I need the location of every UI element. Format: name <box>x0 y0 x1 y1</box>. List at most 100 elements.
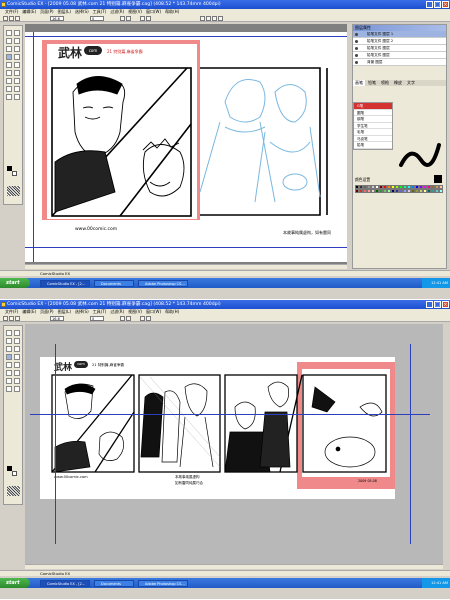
select-tool-icon[interactable] <box>14 330 20 336</box>
zoom-tool-icon[interactable] <box>6 46 12 52</box>
zoom-field[interactable]: 16.6 <box>50 16 64 21</box>
move-tool-icon[interactable] <box>6 330 12 336</box>
wand-tool-icon[interactable] <box>14 338 20 344</box>
ruler-tool-icon[interactable] <box>14 86 20 92</box>
ruler-button[interactable] <box>146 16 151 21</box>
minimize-button[interactable]: _ <box>426 1 433 8</box>
new-file-button[interactable] <box>3 16 8 21</box>
minimize-button[interactable]: _ <box>426 301 433 308</box>
ruler-button[interactable] <box>146 316 151 321</box>
pen-preset-button[interactable] <box>218 16 223 21</box>
visibility-eye-icon[interactable] <box>355 61 358 64</box>
move-tool-icon[interactable] <box>6 30 12 36</box>
taskbar-item[interactable]: Adobe Photoshop CS... <box>138 279 188 287</box>
layer-row[interactable]: 铅笔文件 图层 1 <box>353 31 446 38</box>
eraser-tool-icon[interactable] <box>6 370 12 376</box>
wand-tool-icon[interactable] <box>14 38 20 44</box>
toolbar: 16.6 0 <box>0 315 450 322</box>
line-tool-icon[interactable] <box>6 86 12 92</box>
pen-tool-icon[interactable] <box>6 354 12 360</box>
taskbar-item[interactable]: Adobe Photoshop CS... <box>138 579 188 587</box>
grid-button[interactable] <box>140 16 145 21</box>
open-file-button[interactable] <box>9 316 14 321</box>
guide-line <box>25 36 347 37</box>
pen-preset-button[interactable] <box>200 16 205 21</box>
taskbar-item[interactable]: Documents <box>94 579 134 587</box>
transparent-swatch[interactable] <box>7 486 20 496</box>
fill-tool-icon[interactable] <box>14 370 20 376</box>
rotation-field[interactable]: 0 <box>90 16 104 21</box>
brush-option[interactable]: 铅笔 <box>354 142 392 149</box>
redo-button[interactable] <box>126 16 131 21</box>
line-tool-icon[interactable] <box>6 386 12 392</box>
taskbar-item[interactable]: ComicStudio EX - [2... <box>40 279 90 287</box>
marker-tool-icon[interactable] <box>6 362 12 368</box>
rotation-field[interactable]: 0 <box>90 316 104 321</box>
maximize-button[interactable]: □ <box>434 1 441 8</box>
maximize-button[interactable]: □ <box>434 301 441 308</box>
tab-eraser[interactable]: 橡皮 <box>392 80 404 86</box>
close-button[interactable]: × <box>442 301 449 308</box>
visibility-eye-icon[interactable] <box>355 54 358 57</box>
taskbar-item[interactable]: Documents <box>94 279 134 287</box>
undo-button[interactable] <box>120 16 125 21</box>
lasso-tool-icon[interactable] <box>6 338 12 344</box>
pen-tool-icon[interactable] <box>6 54 12 60</box>
save-button[interactable] <box>15 316 20 321</box>
background-color-swatch[interactable] <box>12 471 17 476</box>
tab-airbrush[interactable]: 喷枪 <box>379 80 391 86</box>
layer-row[interactable]: 铅笔文件 图层 <box>353 52 446 59</box>
fill-tool-icon[interactable] <box>14 70 20 76</box>
layer-row[interactable]: 铅笔文件 图层 2 <box>353 38 446 45</box>
pen-preset-button[interactable] <box>206 16 211 21</box>
manuscript-page[interactable]: 武林 com 21 特别篇.麻雀争霸 www.00comic.com 本故事纯属… <box>40 357 395 499</box>
zoom-tool-icon[interactable] <box>6 346 12 352</box>
taskbar-item[interactable]: ComicStudio EX - [2... <box>40 579 90 587</box>
tone-tool-icon[interactable] <box>6 78 12 84</box>
close-button[interactable]: × <box>442 1 449 8</box>
large-foreground-swatch[interactable] <box>434 175 442 183</box>
new-file-button[interactable] <box>3 316 8 321</box>
tone-tool-icon[interactable] <box>6 378 12 384</box>
hand-tool-icon[interactable] <box>14 346 20 352</box>
tab-pencil[interactable]: 铅笔 <box>366 80 378 86</box>
pencil-tool-icon[interactable] <box>14 54 20 60</box>
zoom-field[interactable]: 16.6 <box>50 316 64 321</box>
horizontal-scrollbar[interactable] <box>25 564 443 569</box>
start-button[interactable]: start <box>0 278 30 288</box>
redo-button[interactable] <box>126 316 131 321</box>
ruler-tool-icon[interactable] <box>14 386 20 392</box>
manuscript-page[interactable]: 武林 com 21 特别篇.麻雀争霸 www.00comic.com 本故事纯属… <box>25 32 347 262</box>
visibility-eye-icon[interactable] <box>355 40 358 43</box>
select-tool-icon[interactable] <box>14 30 20 36</box>
pencil-tool-icon[interactable] <box>14 354 20 360</box>
open-file-button[interactable] <box>9 16 14 21</box>
text-tool-icon[interactable] <box>14 378 20 384</box>
visibility-eye-icon[interactable] <box>355 47 358 50</box>
pen-preset-button[interactable] <box>212 16 217 21</box>
save-button[interactable] <box>15 16 20 21</box>
marker-tool-icon[interactable] <box>6 62 12 68</box>
transparent-swatch[interactable] <box>7 186 20 196</box>
effect-tool-icon[interactable] <box>14 94 20 100</box>
grid-button[interactable] <box>140 316 145 321</box>
layer-row[interactable]: 铅笔文件 图层 <box>353 45 446 52</box>
visibility-eye-icon[interactable] <box>355 33 358 36</box>
canvas-area[interactable]: 武林 com 21 特别篇.麻雀争霸 www.00comic.com 本故事纯属… <box>25 324 443 569</box>
airbrush-tool-icon[interactable] <box>14 62 20 68</box>
undo-button[interactable] <box>120 316 125 321</box>
lasso-tool-icon[interactable] <box>6 38 12 44</box>
tab-text[interactable]: 文字 <box>405 80 417 86</box>
canvas-area[interactable]: 武林 com 21 特别篇.麻雀争霸 www.00comic.com 本故事纯属… <box>25 24 347 269</box>
color-cell[interactable] <box>439 189 443 193</box>
frame-tool-icon[interactable] <box>6 94 12 100</box>
hand-tool-icon[interactable] <box>14 46 20 52</box>
eraser-tool-icon[interactable] <box>6 70 12 76</box>
text-tool-icon[interactable] <box>14 78 20 84</box>
layer-row[interactable]: 背景 图层 <box>353 59 446 66</box>
background-color-swatch[interactable] <box>12 171 17 176</box>
start-button[interactable]: start <box>0 578 30 588</box>
horizontal-scrollbar[interactable] <box>25 264 347 269</box>
tab-pen[interactable]: 画笔 <box>353 80 365 86</box>
airbrush-tool-icon[interactable] <box>14 362 20 368</box>
